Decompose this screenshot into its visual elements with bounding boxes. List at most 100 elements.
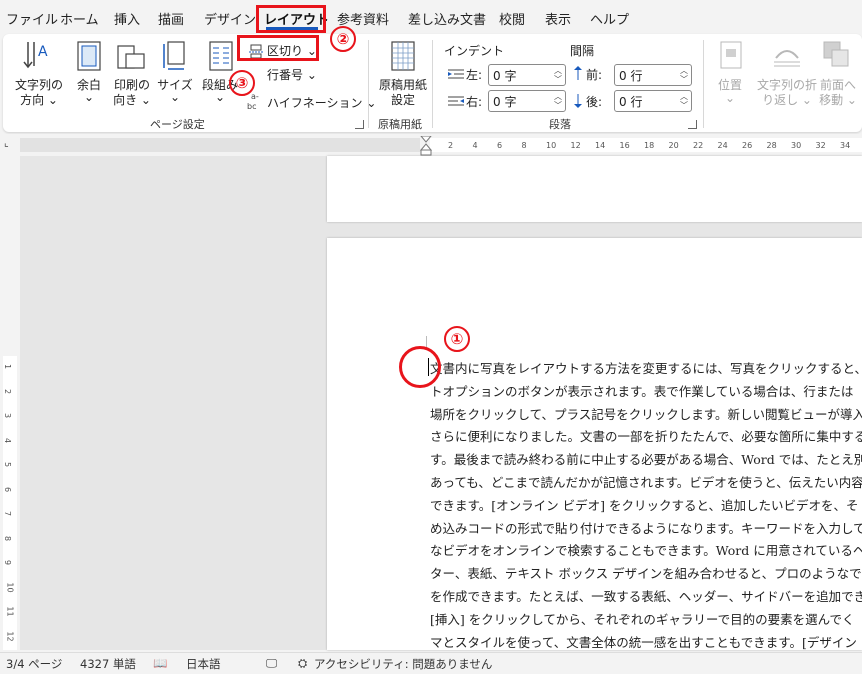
document-line: あっても、どこまで読んだかが記憶されます。ビデオを使うと、伝えたい内容 [430,475,862,490]
group-separator [368,40,369,128]
indent-left-label: 左: [466,68,483,82]
genko-paper-icon [391,41,415,71]
document-line: 文書内に写真をレイアウトする方法を変更するには、写真をクリックすると、 [430,361,862,376]
status-page-count[interactable]: 3/4 ページ [6,656,62,672]
svg-text:bc: bc [247,102,256,111]
wrap-text-button[interactable] [772,40,802,70]
proofing-book-icon[interactable]: 📖 [153,656,167,670]
vertical-ruler[interactable] [0,156,20,650]
margins-button[interactable] [76,40,102,72]
tab-view[interactable]: 表示 [545,9,571,28]
status-accessibility[interactable]: アクセシビリティ: 問題ありません [314,656,492,672]
size-button[interactable] [162,40,188,72]
genko-label-2: 設定 [390,93,415,107]
document-line: マとスタイルを使って、文書全体の統一感を出すこともできます。[デザイン [430,634,857,650]
ruler-tick-label: 8 [521,141,527,150]
orientation-label-2: 向き ⌄ [113,93,151,107]
genko-group-label: 原稿用紙 [378,118,422,131]
position-chevron: ⌄ [724,91,736,105]
document-line: なビデオをオンラインで検索することもできます。Word に用意されているヘ [430,543,862,559]
ruler-tick-label: 10 [546,141,557,150]
ruler-tick-label: 12 [5,630,15,642]
status-word-count[interactable]: 4327 単語 [80,656,136,672]
previous-page [327,156,862,222]
tab-review[interactable]: 校閲 [499,9,525,28]
columns-button[interactable] [208,40,234,72]
svg-text:A: A [38,44,48,60]
text-direction-button[interactable]: A [18,40,62,70]
accessibility-icon[interactable]: ⛭ [298,656,307,671]
ruler-tick-label: 7 [3,510,13,517]
document-line: [挿入] をクリックしてから、それぞれのギャラリーで目的の要素を選んでく [430,611,855,627]
indent-right-value: 0 字 [493,95,517,109]
bring-forward-label-2: 移動 ⌄ [819,93,857,107]
indent-right-input[interactable]: 0 字 ︿ ﹀ [488,90,566,112]
ruler-tick-label: 18 [644,141,655,150]
focus-icon[interactable]: 🖵 [266,656,277,671]
tab-mailings[interactable]: 差し込み文書 [408,9,486,28]
spinner-arrows-icon[interactable]: ︿ ﹀ [680,66,688,84]
page-setup-group-label: ページ設定 [150,118,205,131]
tab-selector-icon[interactable]: ⌞ [4,138,9,149]
status-bar: 3/4 ページ 4327 単語 📖 日本語 🖵 ⛭ アクセシビリティ: 問題あり… [0,652,862,674]
ruler-tick-label: 30 [791,141,802,150]
hyphenation-icon: a- bc [247,92,259,111]
orientation-icon [117,45,145,69]
spacing-before-icon [574,66,582,80]
horizontal-ruler[interactable]: ⌞ [0,134,862,156]
annotation-number-1: ① [444,326,470,352]
ruler-tick-label: 20 [668,141,679,150]
tab-file[interactable]: ファイル [6,9,58,28]
ruler-tick-label: 8 [3,535,13,541]
document-line: ター、表紙、テキスト ボックス デザインを組み合わせると、プロのようなで [430,566,862,582]
spinner-arrows-icon[interactable]: ︿ ﹀ [554,66,562,84]
genko-button[interactable] [390,40,416,72]
tab-insert[interactable]: 挿入 [114,9,140,28]
spacing-before-label: 前: [586,68,603,82]
indent-left-icon [448,69,464,79]
paragraph-group-label: 段落 [549,118,571,131]
ruler-tick-label: 16 [619,141,630,150]
ruler-tick-label: 10 [5,581,15,593]
tab-design[interactable]: デザイン [204,9,256,28]
paragraph-launcher-icon[interactable] [688,120,697,129]
spacing-after-input[interactable]: 0 行 ︿ ﹀ [614,90,692,112]
ruler-tick-label: 6 [497,141,503,150]
group-separator [703,40,704,128]
indent-marker-icon[interactable] [420,136,432,156]
document-line: トオプションのボタンが表示されます。表で作業している場合は、行または [430,383,854,399]
ruler-tick-label: 5 [3,461,13,468]
indent-right-label: 右: [466,95,483,109]
indent-left-value: 0 字 [493,69,517,83]
status-language[interactable]: 日本語 [186,656,221,672]
margins-chevron: ⌄ [83,90,95,104]
page-size-icon [163,41,185,70]
columns-icon [209,41,233,71]
tab-draw[interactable]: 描画 [158,9,184,28]
svg-text:a-: a- [251,92,259,101]
hyphenation-label: ハイフネーション ⌄ [267,96,377,110]
ruler-margin-left [20,138,420,152]
spinner-arrows-icon[interactable]: ︿ ﹀ [680,92,688,110]
ruler-tick-label: 34 [840,141,851,150]
hyphenation-button[interactable]: a- bc ハイフネーション ⌄ [247,91,376,111]
ruler-tick-label: 4 [3,437,13,443]
tab-home[interactable]: ホーム [60,9,99,28]
annotation-number-3: ③ [229,70,255,96]
ruler-tick-label: 2 [3,388,13,394]
spacing-before-value: 0 行 [619,69,643,83]
ruler-tick-label: 22 [693,141,704,150]
position-icon [720,41,742,69]
indent-right-icon [448,96,464,106]
ruler-tick-label: 2 [448,141,454,150]
line-numbers-button[interactable]: 行番号 ⌄ [249,66,321,84]
menu-bar: ファイル ホーム 挿入 描画 デザイン レイアウト 参考資料 差し込み文書 校閲… [0,0,862,34]
bring-forward-button[interactable] [822,40,852,70]
indent-left-input[interactable]: 0 字 ︿ ﹀ [488,64,566,86]
tab-help[interactable]: ヘルプ [590,9,629,28]
orientation-button[interactable] [116,40,146,72]
spacing-before-input[interactable]: 0 行 ︿ ﹀ [614,64,692,86]
page-setup-launcher-icon[interactable] [355,120,364,129]
position-button[interactable] [719,40,745,70]
spinner-arrows-icon[interactable]: ︿ ﹀ [554,92,562,110]
